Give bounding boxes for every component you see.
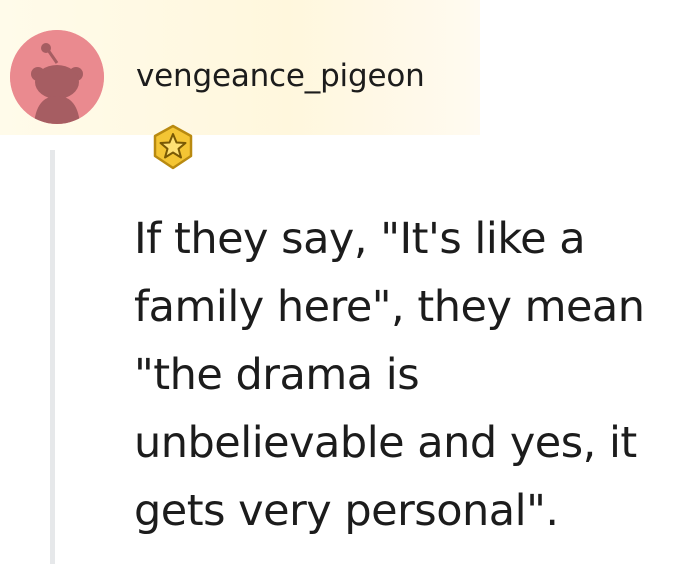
snoo-avatar-icon: [10, 30, 104, 124]
comment-body: If they say, "It's like a family here", …: [134, 205, 694, 545]
comment-text: If they say, "It's like a family here", …: [134, 214, 645, 536]
user-avatar[interactable]: [10, 30, 104, 124]
username-link[interactable]: vengeance_pigeon: [136, 58, 425, 94]
award-badge[interactable]: [148, 122, 198, 172]
star-award-icon: [153, 124, 193, 170]
thread-line[interactable]: [50, 150, 55, 564]
